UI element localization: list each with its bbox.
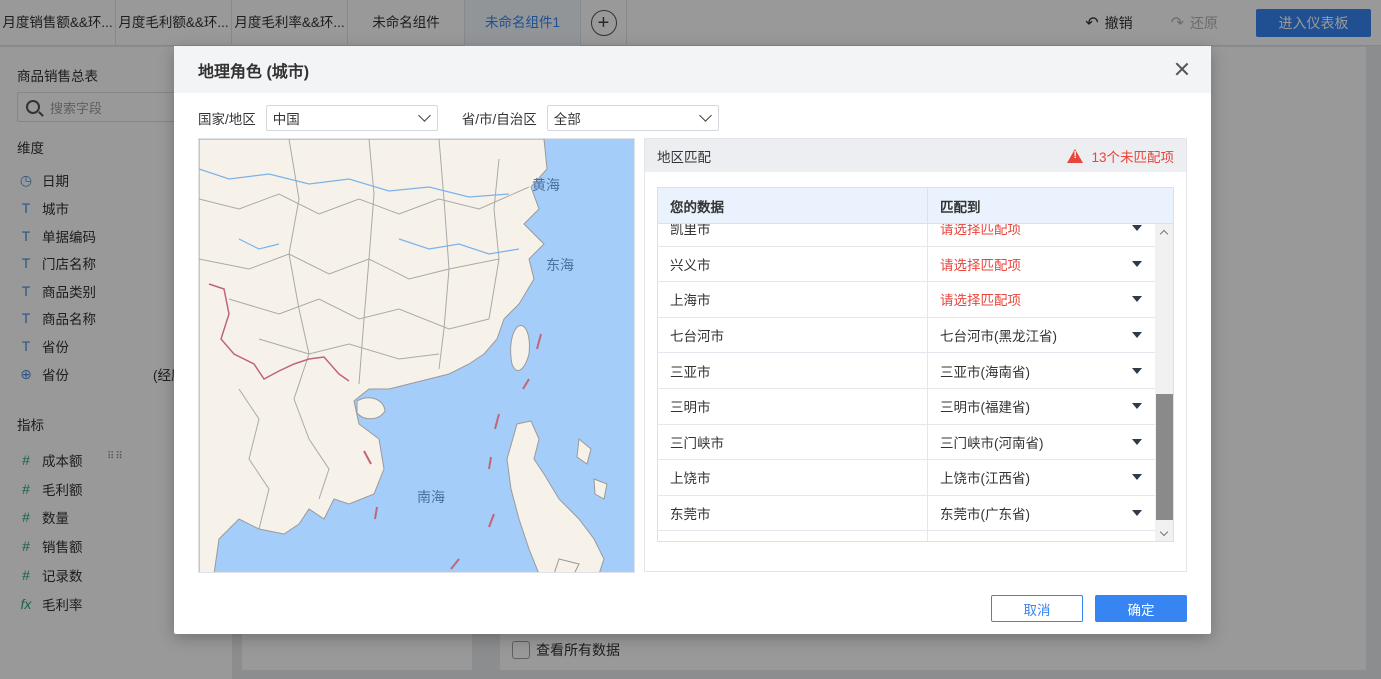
table-row: 上饶市 上饶市(江西省) — [658, 460, 1156, 496]
caret-down-icon — [1132, 367, 1142, 374]
cell-data: 七台河市 — [658, 317, 928, 353]
scroll-thumb[interactable] — [1156, 394, 1173, 520]
match-value: 请选择匹配项 — [940, 257, 1021, 273]
cell-data: 三亚市 — [658, 353, 928, 388]
table-row: 兴义市 请选择匹配项 — [658, 246, 1156, 283]
match-value: 三亚市(海南省) — [940, 364, 1030, 380]
table-row: 三明市 三明市(福建省) — [658, 388, 1156, 425]
chevron-down-icon — [417, 109, 431, 122]
caret-down-icon — [1132, 438, 1142, 445]
col-match-to: 匹配到 — [940, 199, 981, 215]
land-philippines — [506, 420, 605, 572]
table-row: 三亚市 三亚市(海南省) — [658, 353, 1156, 389]
province-select[interactable]: 全部 — [546, 105, 719, 131]
cancel-button[interactable]: 取消 — [991, 595, 1083, 622]
caret-down-icon — [1132, 225, 1142, 232]
match-select[interactable]: 三明市(福建省) — [928, 389, 1156, 424]
caret-down-icon — [1132, 510, 1142, 517]
scroll-down-icon[interactable] — [1155, 526, 1173, 541]
province-value: 全部 — [553, 112, 581, 127]
chevron-down-icon — [698, 109, 712, 122]
table-body: 凯里市 请选择匹配项 兴义市 请选择匹配项 上海市 请选择匹配项 七台河市 七台河市(黑… — [658, 211, 1156, 541]
match-select[interactable]: 请选择匹配项 — [928, 282, 1156, 317]
country-select[interactable]: 中国 — [265, 105, 438, 131]
map-svg — [199, 139, 608, 572]
match-panel-header: 地区匹配 13个未匹配项 — [645, 139, 1186, 172]
table-row: 三门峡市 三门峡市(河南省) — [658, 424, 1156, 461]
map-label-yellow-sea: 黄海 — [532, 177, 560, 193]
scroll-up-icon[interactable] — [1155, 224, 1173, 240]
table-row: 东莞市 东莞市(广东省) — [658, 495, 1156, 532]
country-label: 国家/地区 — [198, 112, 256, 127]
dialog-header: 地理角色 (城市) — [174, 46, 1211, 93]
region-filter-row: 国家/地区 中国 省/市/自治区 全部 — [198, 105, 719, 131]
dialog-title: 地理角色 (城市) — [198, 63, 310, 81]
caret-down-icon — [1132, 332, 1142, 339]
caret-down-icon — [1132, 403, 1142, 410]
land-hainan — [356, 397, 386, 420]
cell-data: 兴义市 — [658, 246, 928, 282]
unmatched-warning[interactable]: 13个未匹配项 — [1067, 146, 1174, 166]
confirm-button[interactable]: 确定 — [1095, 595, 1187, 622]
map-label-south-sea: 南海 — [417, 489, 445, 505]
match-value: 请选择匹配项 — [940, 293, 1021, 309]
cell-data: 上饶市 — [658, 460, 928, 495]
match-panel-title: 地区匹配 — [657, 149, 711, 165]
cell-data: 上海市 — [658, 282, 928, 317]
table-scrollbar[interactable] — [1155, 224, 1173, 541]
table-row: 七台河市 七台河市(黑龙江省) — [658, 317, 1156, 354]
match-select[interactable]: 东莞市(广东省) — [928, 496, 1156, 531]
match-value: 七台河市(黑龙江省) — [940, 329, 1057, 345]
match-select[interactable] — [928, 531, 1156, 541]
match-select[interactable]: 请选择匹配项 — [928, 247, 1156, 282]
match-select[interactable]: 三门峡市(河南省) — [928, 425, 1156, 460]
geo-role-dialog: 地理角色 (城市) 国家/地区 中国 省/市/自治区 全部 黄海 东海 南海 地… — [174, 46, 1211, 634]
land-taiwan — [510, 325, 530, 371]
caret-down-icon — [1132, 474, 1142, 481]
province-label: 省/市/自治区 — [461, 112, 537, 127]
region-match-panel: 地区匹配 13个未匹配项 您的数据 匹配到 凯里市请选择匹配项 兴义市请选择匹配… — [644, 138, 1187, 572]
unmatched-count: 13个未匹配项 — [1091, 149, 1174, 165]
match-select[interactable]: 上饶市(江西省) — [928, 460, 1156, 495]
match-select[interactable]: 三亚市(海南省) — [928, 353, 1156, 388]
match-value: 三明市(福建省) — [940, 400, 1030, 416]
match-value: 三门峡市(河南省) — [940, 435, 1044, 451]
col-your-data: 您的数据 — [658, 188, 928, 223]
table-row — [658, 531, 1156, 541]
warning-icon — [1067, 148, 1084, 163]
match-select[interactable]: 七台河市(黑龙江省) — [928, 318, 1156, 353]
cell-data: 三门峡市 — [658, 424, 928, 460]
cell-data — [658, 531, 928, 541]
caret-down-icon — [1132, 296, 1142, 303]
cell-data: 东莞市 — [658, 495, 928, 531]
match-value: 东莞市(广东省) — [940, 507, 1030, 523]
caret-down-icon — [1132, 260, 1142, 267]
cell-data: 三明市 — [658, 388, 928, 424]
region-map[interactable]: 黄海 东海 南海 — [198, 138, 635, 573]
match-table: 您的数据 匹配到 凯里市 请选择匹配项 兴义市 请选择匹配项 上海市 请选择匹配项 七… — [657, 187, 1174, 542]
table-header: 您的数据 匹配到 — [658, 188, 1173, 224]
table-row: 上海市 请选择匹配项 — [658, 282, 1156, 318]
close-icon[interactable] — [1173, 60, 1191, 78]
country-value: 中国 — [272, 112, 300, 127]
match-value: 上饶市(江西省) — [940, 471, 1030, 487]
map-label-east-sea: 东海 — [546, 257, 574, 273]
